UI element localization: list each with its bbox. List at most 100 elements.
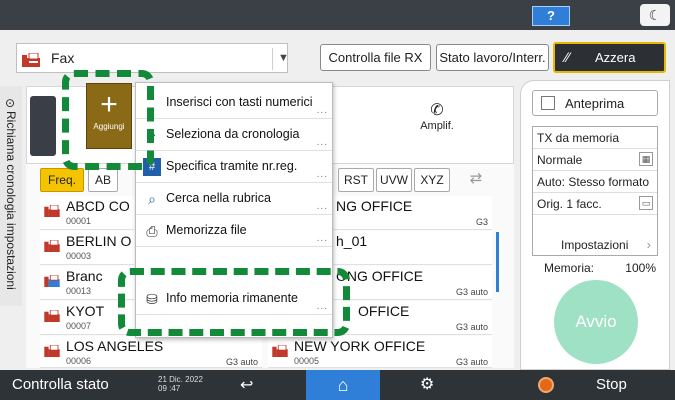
stop-button[interactable]: Stop bbox=[596, 376, 627, 393]
fax-icon bbox=[44, 240, 60, 252]
more-dots: ... bbox=[316, 233, 328, 244]
tab-frequent[interactable]: Freq. bbox=[40, 168, 84, 192]
list-item[interactable]: OFFICE G3 auto bbox=[334, 301, 492, 335]
entry-number: 00006 bbox=[66, 356, 92, 366]
tab-ab[interactable]: AB bbox=[88, 168, 118, 192]
menu-item-history[interactable]: ◔ Seleziona da cronologia ... bbox=[136, 119, 332, 151]
amplify-button[interactable]: ✆ Amplif. bbox=[402, 100, 472, 132]
reset-button[interactable]: ⁄⁄ Azzera bbox=[553, 42, 666, 73]
fax-icon bbox=[44, 205, 60, 217]
divider bbox=[272, 48, 273, 70]
date-time: 21 Dic. 2022 09 :47 bbox=[158, 375, 203, 393]
tab-uvw[interactable]: UVW bbox=[376, 168, 412, 192]
check-status-button[interactable]: Controlla stato bbox=[12, 376, 109, 393]
swap-icon[interactable]: ⇄ bbox=[458, 168, 494, 192]
highlight-memory-info bbox=[118, 268, 350, 336]
list-item[interactable]: BERLIN O 00003 bbox=[40, 231, 134, 265]
menu-item-label: Memorizza file bbox=[166, 223, 247, 237]
list-item[interactable]: NG OFFICE G3 bbox=[334, 196, 492, 230]
keypad-entry-button[interactable] bbox=[30, 96, 56, 156]
entry-tag: G3 bbox=[475, 217, 488, 227]
back-icon[interactable]: ↩ bbox=[240, 375, 253, 395]
setting-tx-memory[interactable]: TX da memoria bbox=[533, 127, 657, 149]
menu-item-reg-number[interactable]: # Specifica tramite nr.reg. ... bbox=[136, 151, 332, 183]
list-item[interactable]: LOS ANGELES 00006 G3 auto bbox=[40, 336, 262, 368]
menu-item-label: Cerca nella rubrica bbox=[166, 191, 271, 205]
date-text: 21 Dic. 2022 bbox=[158, 375, 203, 384]
entry-number: 00003 bbox=[66, 251, 92, 261]
setting-label: Orig. 1 facc. bbox=[537, 197, 602, 211]
list-item[interactable]: NEW YORK OFFICE 00005 G3 auto bbox=[268, 336, 492, 368]
more-dots: ... bbox=[316, 105, 328, 116]
setting-size[interactable]: Auto: Stesso formato bbox=[533, 171, 657, 193]
list-scrollbar[interactable] bbox=[496, 232, 499, 292]
tab-xyz[interactable]: XYZ bbox=[414, 168, 450, 192]
entry-number: 00013 bbox=[66, 286, 92, 296]
checkbox[interactable] bbox=[541, 96, 555, 110]
settings-history-label: Richiama cronologia impostazioni bbox=[4, 111, 18, 290]
fax-icon bbox=[44, 310, 60, 322]
preview-label: Anteprima bbox=[565, 96, 625, 111]
more-dots: ... bbox=[316, 169, 328, 180]
menu-item-label: Specifica tramite nr.reg. bbox=[166, 159, 298, 173]
entry-number: 00007 bbox=[66, 321, 92, 331]
gear-icon[interactable]: ⚙ bbox=[420, 374, 434, 394]
reset-label: Azzera bbox=[595, 50, 636, 65]
moon-icon[interactable]: ☾ bbox=[640, 4, 670, 26]
entry-number: 00005 bbox=[294, 356, 320, 366]
phone-icon: ✆ bbox=[430, 102, 444, 119]
entry-name: h_01 bbox=[336, 233, 368, 249]
settings-summary: TX da memoria Normale ▦ Auto: Stesso for… bbox=[532, 126, 658, 256]
setting-label: Auto: Stesso formato bbox=[537, 175, 650, 189]
menu-item-label: Seleziona da cronologia bbox=[166, 127, 300, 141]
home-icon[interactable]: ⌂ bbox=[306, 370, 380, 400]
more-dots: ... bbox=[316, 201, 328, 212]
amplify-label: Amplif. bbox=[420, 120, 454, 132]
resolution-icon: ▦ bbox=[639, 152, 653, 166]
menu-item-label: Inserisci con tasti numerici bbox=[166, 95, 313, 109]
memory-label: Memoria: bbox=[544, 261, 595, 275]
eraser-icon: ⁄⁄ bbox=[565, 49, 570, 65]
entry-name: NEW YORK OFFICE bbox=[294, 338, 426, 354]
settings-button[interactable]: Impostazioni › bbox=[533, 235, 657, 256]
start-button[interactable]: Avvio bbox=[554, 280, 638, 364]
mode-select[interactable]: Fax ▼ bbox=[16, 43, 289, 73]
menu-item-keypad[interactable]: Inserisci con tasti numerici ... bbox=[136, 87, 332, 119]
setting-label: Normale bbox=[537, 153, 583, 167]
tab-rst[interactable]: RST bbox=[338, 168, 374, 192]
setting-label: TX da memoria bbox=[537, 131, 620, 145]
preview-checkbox[interactable]: Anteprima bbox=[532, 90, 658, 116]
mode-label: Fax bbox=[51, 50, 75, 66]
entry-name: ABCD CO bbox=[66, 198, 130, 214]
original-icon: ▭ bbox=[639, 196, 653, 210]
entry-name: Branc bbox=[66, 268, 103, 284]
chevron-down-icon: ▼ bbox=[278, 52, 289, 64]
list-item[interactable]: ABCD CO 00001 bbox=[40, 196, 134, 230]
more-dots: ... bbox=[316, 137, 328, 148]
menu-item-search[interactable]: ⌕ Cerca nella rubrica ... bbox=[136, 183, 332, 215]
help-button[interactable]: ? bbox=[532, 6, 570, 26]
check-rx-file-button[interactable]: Controlla file RX bbox=[320, 44, 431, 71]
menu-item-store-file[interactable]: ⎙ Memorizza file ... bbox=[136, 215, 332, 247]
setting-original[interactable]: Orig. 1 facc. ▭ bbox=[533, 193, 657, 215]
settings-label: Impostazioni bbox=[561, 238, 629, 252]
entry-tag: G3 auto bbox=[455, 287, 488, 297]
fax-group-icon bbox=[44, 275, 60, 287]
chevron-right-icon: › bbox=[646, 237, 651, 252]
fax-icon bbox=[272, 345, 288, 357]
settings-history-tab[interactable]: ⊙ Richiama cronologia impostazioni bbox=[0, 86, 22, 306]
job-status-button[interactable]: Stato lavoro/Interr. bbox=[436, 44, 549, 71]
fax-icon bbox=[44, 345, 60, 357]
list-item[interactable]: h_01 bbox=[334, 231, 492, 265]
fax-icon bbox=[22, 53, 40, 67]
top-status-bar: ? ☾ bbox=[0, 0, 675, 30]
list-item[interactable]: ONG OFFICE G3 auto bbox=[334, 266, 492, 300]
highlight-add-button bbox=[62, 70, 154, 170]
history-icon: ⊙ bbox=[5, 96, 16, 110]
entry-name: LOS ANGELES bbox=[66, 338, 164, 354]
memory-value: 100% bbox=[625, 261, 656, 275]
setting-resolution[interactable]: Normale ▦ bbox=[533, 149, 657, 171]
entry-name: NG OFFICE bbox=[336, 198, 413, 214]
search-icon: ⌕ bbox=[148, 191, 156, 207]
entry-tag: G3 auto bbox=[455, 322, 488, 332]
